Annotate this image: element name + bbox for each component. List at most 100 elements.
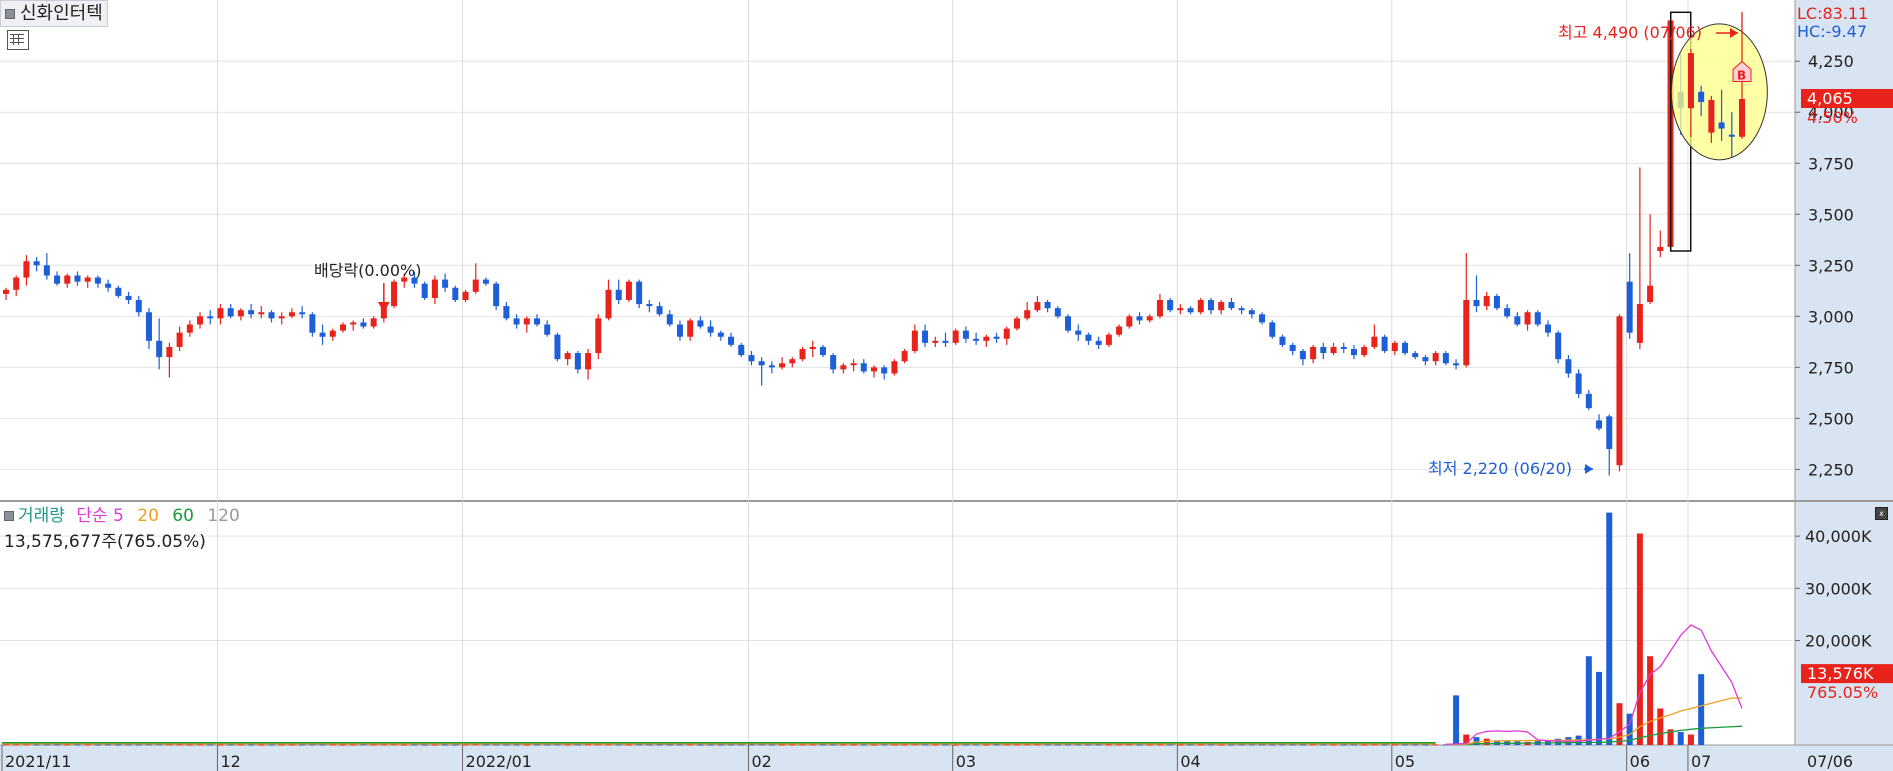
candle-body [1177,308,1184,311]
candle-body [564,353,571,360]
volume-bar [431,744,438,746]
candle-body [1473,300,1480,307]
volume-bar [768,744,775,746]
volume-bar [248,744,255,746]
volume-bar [370,744,377,746]
volume-bar [1085,744,1092,746]
stock-chart[interactable]: 4,2504,0003,7503,5003,2503,0002,7502,500… [0,0,1893,771]
volume-bar [1238,744,1245,746]
volume-bar [871,744,877,746]
volume-bar [799,744,806,746]
candle-body [891,361,898,374]
volume-bar [748,744,755,746]
volume-bar [442,744,449,746]
candle-body [615,289,622,300]
candle-body [1432,353,1439,362]
candle-body [748,355,755,362]
volume-bar [1647,656,1654,745]
volume-bar [646,744,653,746]
volume-bar [411,744,418,746]
x-tick-label: 04 [1180,752,1200,771]
candle-body [952,330,959,343]
candle-body [585,353,592,370]
volume-bar [176,744,183,746]
volume-bar [891,744,898,746]
volume-bar [983,744,990,746]
volume-bar [1126,744,1133,746]
candle-body [74,275,81,282]
volume-bar [1320,744,1327,746]
volume-bar [728,744,735,746]
candle-body [962,330,969,339]
highlight-ellipse [1670,23,1768,161]
price-tick-label: 3,500 [1808,205,1854,224]
close-panel-icon[interactable]: x [1875,507,1888,520]
candle-body [115,287,122,296]
candle-body [1493,295,1500,309]
candle-body [1616,316,1623,466]
candle-body [3,289,9,294]
candle-body [901,351,908,362]
candle-body [1136,316,1143,321]
volume-bar [922,744,929,746]
candle-body [789,359,796,364]
volume-bar [1371,744,1378,746]
candle-body [309,314,316,333]
candle-body [1105,334,1112,345]
candle-body [676,324,683,337]
ma60-label: 60 [172,506,194,526]
candle-body [227,308,234,317]
candle-body [1585,393,1592,409]
candle-body [1442,353,1449,364]
table-view-icon[interactable] [7,30,29,50]
candle-body [1371,336,1378,347]
candle-body [513,318,520,325]
x-last-date-label: 07/06 [1807,752,1853,771]
volume-bar [1687,734,1694,745]
volume-bar [636,744,643,746]
price-tick-label: 3,750 [1808,154,1854,173]
volume-bar [115,744,122,746]
volume-label: 거래량 [18,506,65,526]
candle-body [1361,346,1368,356]
x-axis-background [0,745,1893,771]
candle-body [1340,346,1347,349]
candle-body [370,318,377,327]
volume-bar [13,744,20,746]
volume-bar [1003,744,1010,746]
volume-bar [105,744,112,746]
candle-body [1575,373,1582,394]
volume-bar [1259,744,1266,746]
volume-bar [942,744,949,746]
candle-body [1095,340,1102,345]
ma120-label: 120 [207,506,240,526]
candle-body [768,365,775,368]
candle-body [1320,346,1327,354]
volume-bar [1596,671,1603,745]
volume-tick-label: 30,000K [1805,579,1872,598]
buy-signal-label: B [1737,68,1746,82]
candle-body [1269,322,1276,337]
candle-body [523,318,530,325]
candle-body [666,314,673,325]
volume-bar [125,744,132,746]
ma-type-label: 단순 [76,506,108,526]
candle-body [819,346,826,356]
volume-bar [840,744,847,746]
panel-marker-icon [5,9,15,19]
volume-bar [319,744,326,746]
stock-name-tab[interactable]: 신화인터텍 [0,0,108,27]
volume-bar [309,744,316,746]
volume-bar [1044,744,1051,746]
candle-body [54,275,61,284]
volume-bar [656,744,663,746]
candle-body [973,338,980,341]
candle-body [983,336,990,341]
volume-bar [1402,744,1409,746]
volume-bar [1116,744,1123,746]
candle-body [697,320,704,327]
candle-body [156,340,163,358]
candle-body [186,324,193,333]
volume-bar [1310,744,1317,746]
candle-body [329,330,336,337]
